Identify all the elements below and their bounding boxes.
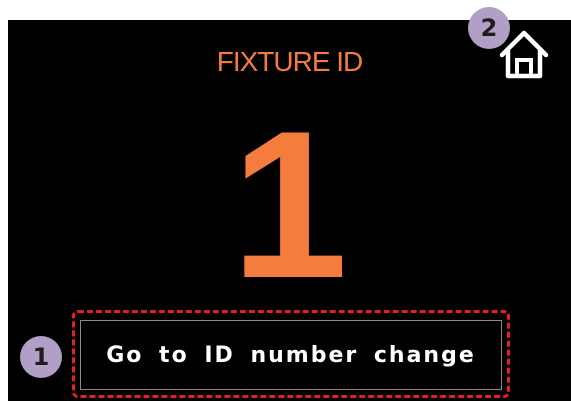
annotation-marker-1: 1 (20, 336, 62, 378)
page-title: FIXTURE ID (216, 46, 364, 77)
fixture-id-number: 1 (231, 87, 348, 322)
annotation-marker-2: 2 (468, 7, 510, 49)
go-to-id-change-button[interactable]: Go to ID number change (80, 320, 502, 390)
